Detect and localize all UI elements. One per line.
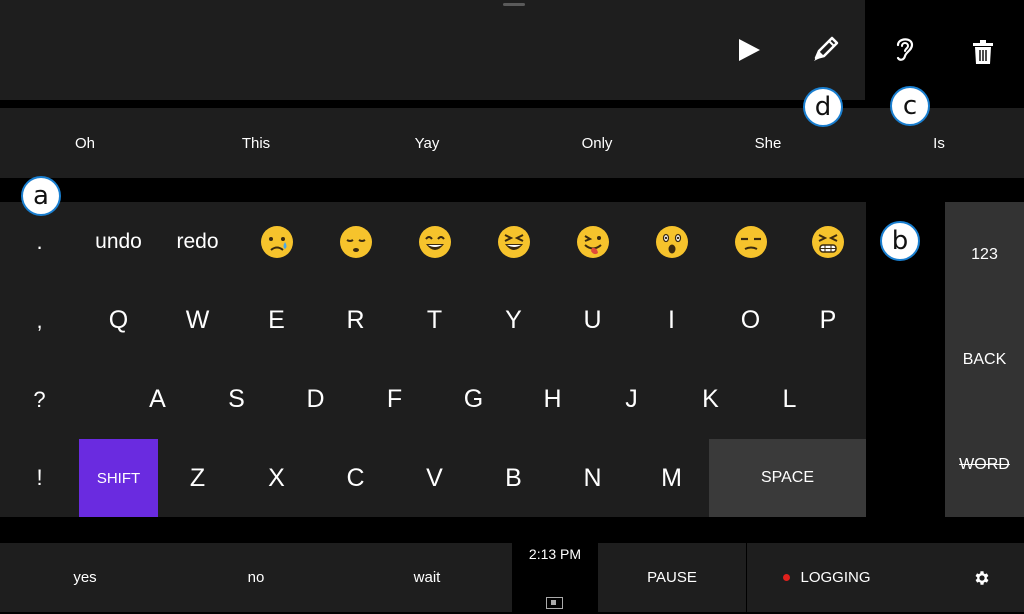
key-j[interactable]: J [592,360,671,439]
space-key[interactable]: SPACE [709,439,866,517]
logging-dot-icon [783,574,791,581]
clock-panel: 2:13 PM [512,543,598,612]
yes-button[interactable]: yes [0,543,170,612]
callout-c: c [890,86,930,126]
emoji-tongue-face-icon[interactable] [553,202,632,281]
key-o[interactable]: O [711,281,790,360]
pencil-icon[interactable] [806,29,846,69]
emoji-laughing-face-icon[interactable] [474,202,553,281]
logging-button[interactable]: LOGGING [747,543,907,612]
key-m[interactable]: M [632,439,711,517]
key-question[interactable]: ? [0,360,79,439]
key-r[interactable]: R [316,281,395,360]
pause-button[interactable]: PAUSE [598,543,746,612]
suggestion-this[interactable]: This [171,108,341,178]
key-k[interactable]: K [671,360,750,439]
key-f[interactable]: F [355,360,434,439]
key-n[interactable]: N [553,439,632,517]
numbers-key[interactable]: 123 [945,202,1024,307]
callout-d: d [803,87,843,127]
key-q[interactable]: Q [79,281,158,360]
shift-key[interactable]: SHIFT [79,439,158,517]
key-d[interactable]: D [276,360,355,439]
key-h[interactable]: H [513,360,592,439]
key-z[interactable]: Z [158,439,237,517]
emoji-crying-face-icon[interactable] [237,202,316,281]
key-t[interactable]: T [395,281,474,360]
emoji-grinning-face-icon[interactable] [395,202,474,281]
key-e[interactable]: E [237,281,316,360]
callout-a: a [21,176,61,216]
key-s[interactable]: S [197,360,276,439]
suggestion-only[interactable]: Only [512,108,682,178]
callout-b: b [880,221,920,261]
undo-button[interactable]: undo [79,202,158,281]
trash-icon[interactable] [963,32,1003,72]
key-l[interactable]: L [750,360,829,439]
settings-gear-icon[interactable] [940,543,1024,612]
play-icon[interactable] [729,30,769,70]
key-c[interactable]: C [316,439,395,517]
key-y[interactable]: Y [474,281,553,360]
key-v[interactable]: V [395,439,474,517]
bottom-bar: yes no wait 2:13 PM PAUSE LOGGING [0,543,1024,612]
key-x[interactable]: X [237,439,316,517]
key-u[interactable]: U [553,281,632,360]
word-suggestion-bar: Oh This Yay Only She Is [0,108,1024,178]
screen-icon [546,596,563,609]
ear-icon[interactable] [884,29,924,69]
emoji-sleepy-face-icon[interactable] [316,202,395,281]
emoji-surprised-face-icon[interactable] [632,202,711,281]
key-b[interactable]: B [474,439,553,517]
key-exclamation[interactable]: ! [0,439,79,517]
back-key[interactable]: BACK [945,307,1024,412]
back-word-key[interactable]: WORD [945,412,1024,517]
drag-handle[interactable] [503,3,525,6]
side-key-column: 123 BACK WORD [945,202,1024,517]
suggestion-is[interactable]: Is [854,108,1024,178]
key-g[interactable]: G [434,360,513,439]
clock-time: 2:13 PM [528,546,582,562]
wait-button[interactable]: wait [342,543,512,612]
keyboard: . undo redo , Q W E R T Y U I O P ? A S … [0,202,866,517]
key-p[interactable]: P [790,281,866,360]
no-button[interactable]: no [171,543,341,612]
suggestion-oh[interactable]: Oh [0,108,170,178]
key-comma[interactable]: , [0,281,79,360]
emoji-unamused-face-icon[interactable] [711,202,790,281]
key-i[interactable]: I [632,281,711,360]
redo-button[interactable]: redo [158,202,237,281]
logging-label: LOGGING [800,569,871,586]
emoji-grimacing-face-icon[interactable] [790,202,866,281]
key-w[interactable]: W [158,281,237,360]
key-a[interactable]: A [118,360,197,439]
suggestion-yay[interactable]: Yay [342,108,512,178]
